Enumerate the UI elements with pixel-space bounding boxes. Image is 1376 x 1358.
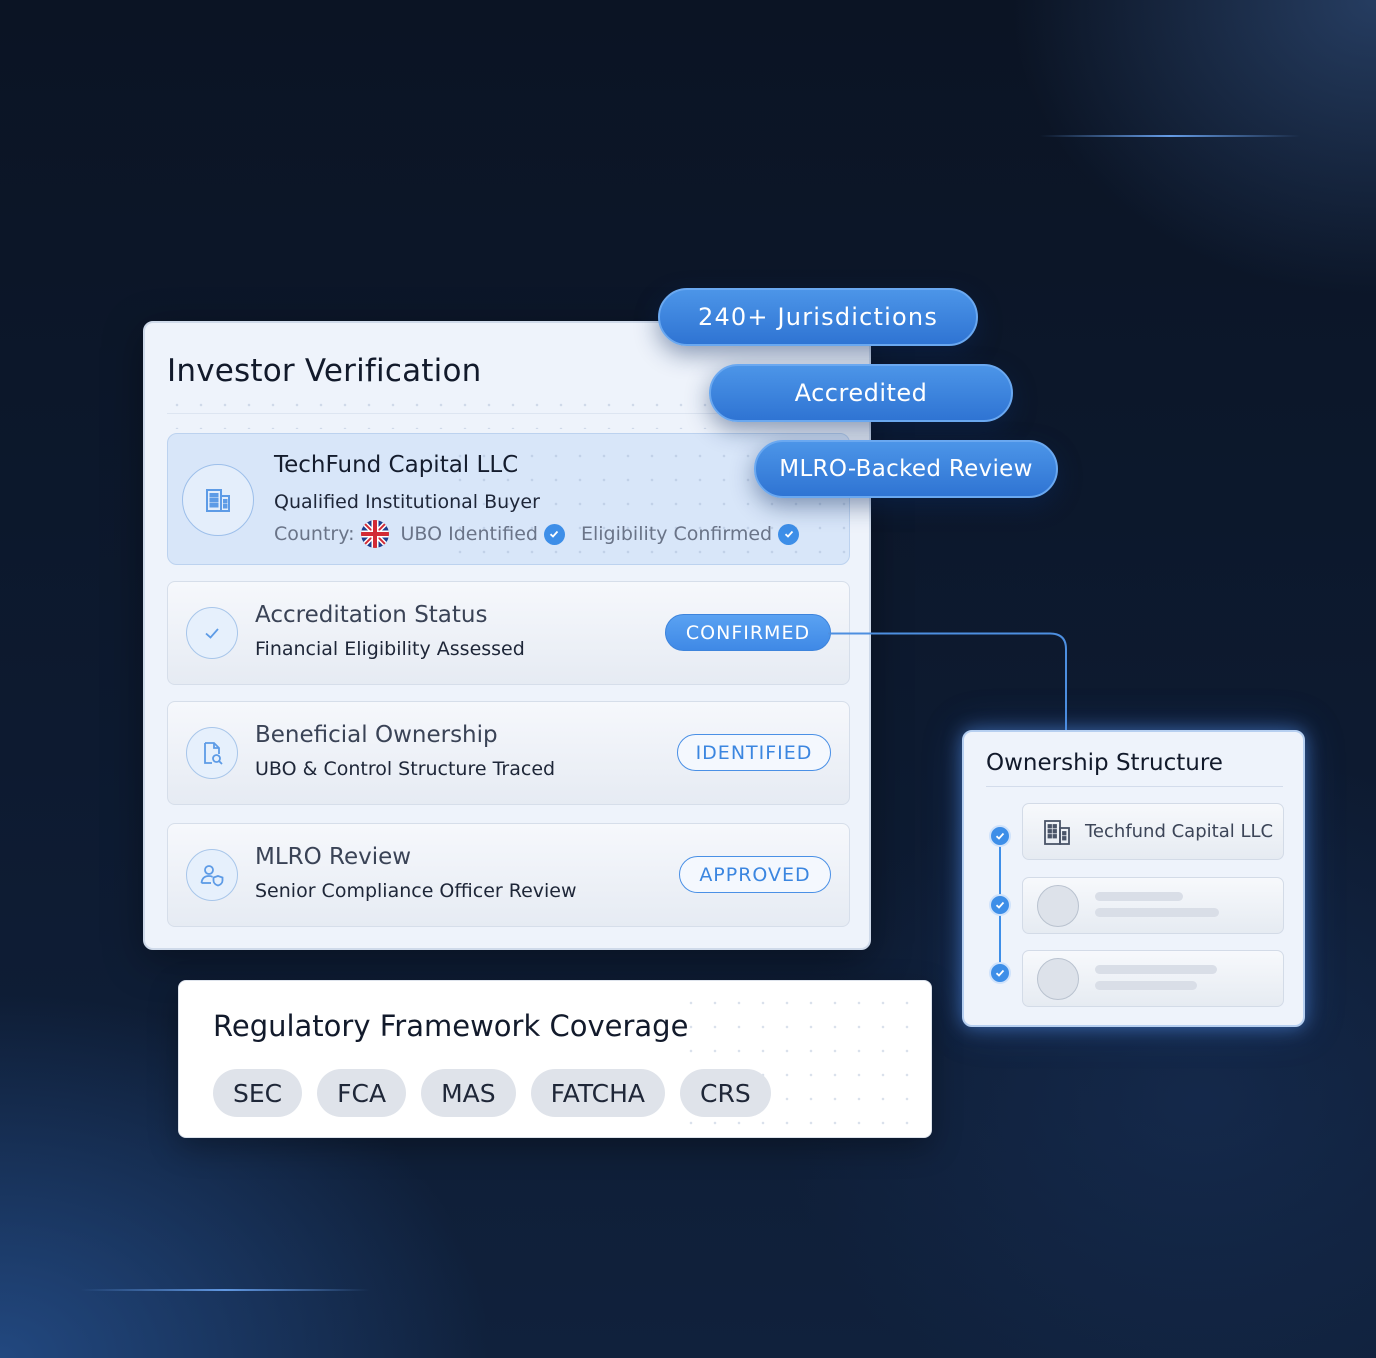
light-streak: [80, 1289, 370, 1291]
row-subtitle: UBO & Control Structure Traced: [255, 758, 556, 780]
document-search-icon: [186, 727, 238, 779]
entity-summary[interactable]: TechFund Capital LLC Qualified Instituti…: [167, 433, 850, 565]
accreditation-status-row[interactable]: Accreditation Status Financial Eligibili…: [167, 581, 850, 685]
dot-pattern: [165, 393, 725, 429]
ownership-node-placeholder[interactable]: [1022, 950, 1284, 1007]
light-streak: [1040, 135, 1300, 137]
framework-chip-list: SEC FCA MAS FATCHA CRS: [213, 1069, 771, 1117]
framework-chip[interactable]: FCA: [317, 1069, 407, 1117]
mlro-review-row[interactable]: MLRO Review Senior Compliance Officer Re…: [167, 823, 850, 927]
row-subtitle: Senior Compliance Officer Review: [255, 880, 577, 902]
mlro-review-tag: MLRO-Backed Review: [754, 440, 1058, 498]
card-title: Regulatory Framework Coverage: [213, 1009, 689, 1043]
framework-chip[interactable]: MAS: [421, 1069, 516, 1117]
building-icon: [182, 464, 254, 536]
user-shield-icon: [186, 849, 238, 901]
uk-flag-icon: [360, 520, 389, 548]
card-title: Investor Verification: [167, 353, 482, 389]
divider: [986, 786, 1283, 787]
status-badge-confirmed: CONFIRMED: [665, 614, 831, 651]
entity-name: TechFund Capital LLC: [274, 452, 519, 478]
row-title: MLRO Review: [255, 844, 412, 870]
framework-chip[interactable]: SEC: [213, 1069, 303, 1117]
connector-line: [828, 632, 1067, 732]
row-subtitle: Financial Eligibility Assessed: [255, 638, 525, 660]
beneficial-ownership-row[interactable]: Beneficial Ownership UBO & Control Struc…: [167, 701, 850, 805]
ownership-node-placeholder[interactable]: [1022, 877, 1284, 934]
jurisdictions-tag: 240+ Jurisdictions: [658, 288, 978, 346]
check-icon: [989, 894, 1011, 916]
status-badge-approved: APPROVED: [679, 856, 831, 893]
verified-check-icon: [543, 523, 565, 545]
placeholder-line: [1095, 965, 1217, 974]
ownership-node-label: Techfund Capital LLC: [1085, 821, 1274, 842]
placeholder-line: [1095, 908, 1219, 917]
placeholder-line: [1095, 981, 1197, 990]
entity-type: Qualified Institutional Buyer: [274, 491, 540, 513]
status-badge-identified: IDENTIFIED: [677, 734, 831, 771]
row-title: Accreditation Status: [255, 602, 488, 628]
building-icon: [1041, 816, 1073, 852]
ubo-label: UBO Identified: [400, 523, 538, 545]
verified-check-icon: [778, 523, 800, 545]
placeholder-line: [1095, 892, 1183, 901]
regulatory-coverage-card: Regulatory Framework Coverage SEC FCA MA…: [178, 980, 932, 1138]
eligibility-label: Eligibility Confirmed: [580, 523, 773, 545]
accredited-tag: Accredited: [709, 364, 1013, 422]
avatar: [1037, 885, 1079, 927]
card-title: Ownership Structure: [986, 750, 1223, 776]
check-icon: [989, 825, 1011, 847]
framework-chip[interactable]: FATCHA: [530, 1069, 666, 1117]
country-label: Country:: [274, 523, 355, 545]
check-icon: [186, 607, 238, 659]
entity-meta: Country: UBO Identified Eligibility Conf…: [274, 520, 800, 548]
ownership-structure-card: Ownership Structure Techfund Capital LLC: [962, 730, 1305, 1027]
check-icon: [989, 962, 1011, 984]
avatar: [1037, 958, 1079, 1000]
ownership-node-company[interactable]: Techfund Capital LLC: [1022, 803, 1284, 860]
row-title: Beneficial Ownership: [255, 722, 498, 748]
framework-chip[interactable]: CRS: [680, 1069, 771, 1117]
